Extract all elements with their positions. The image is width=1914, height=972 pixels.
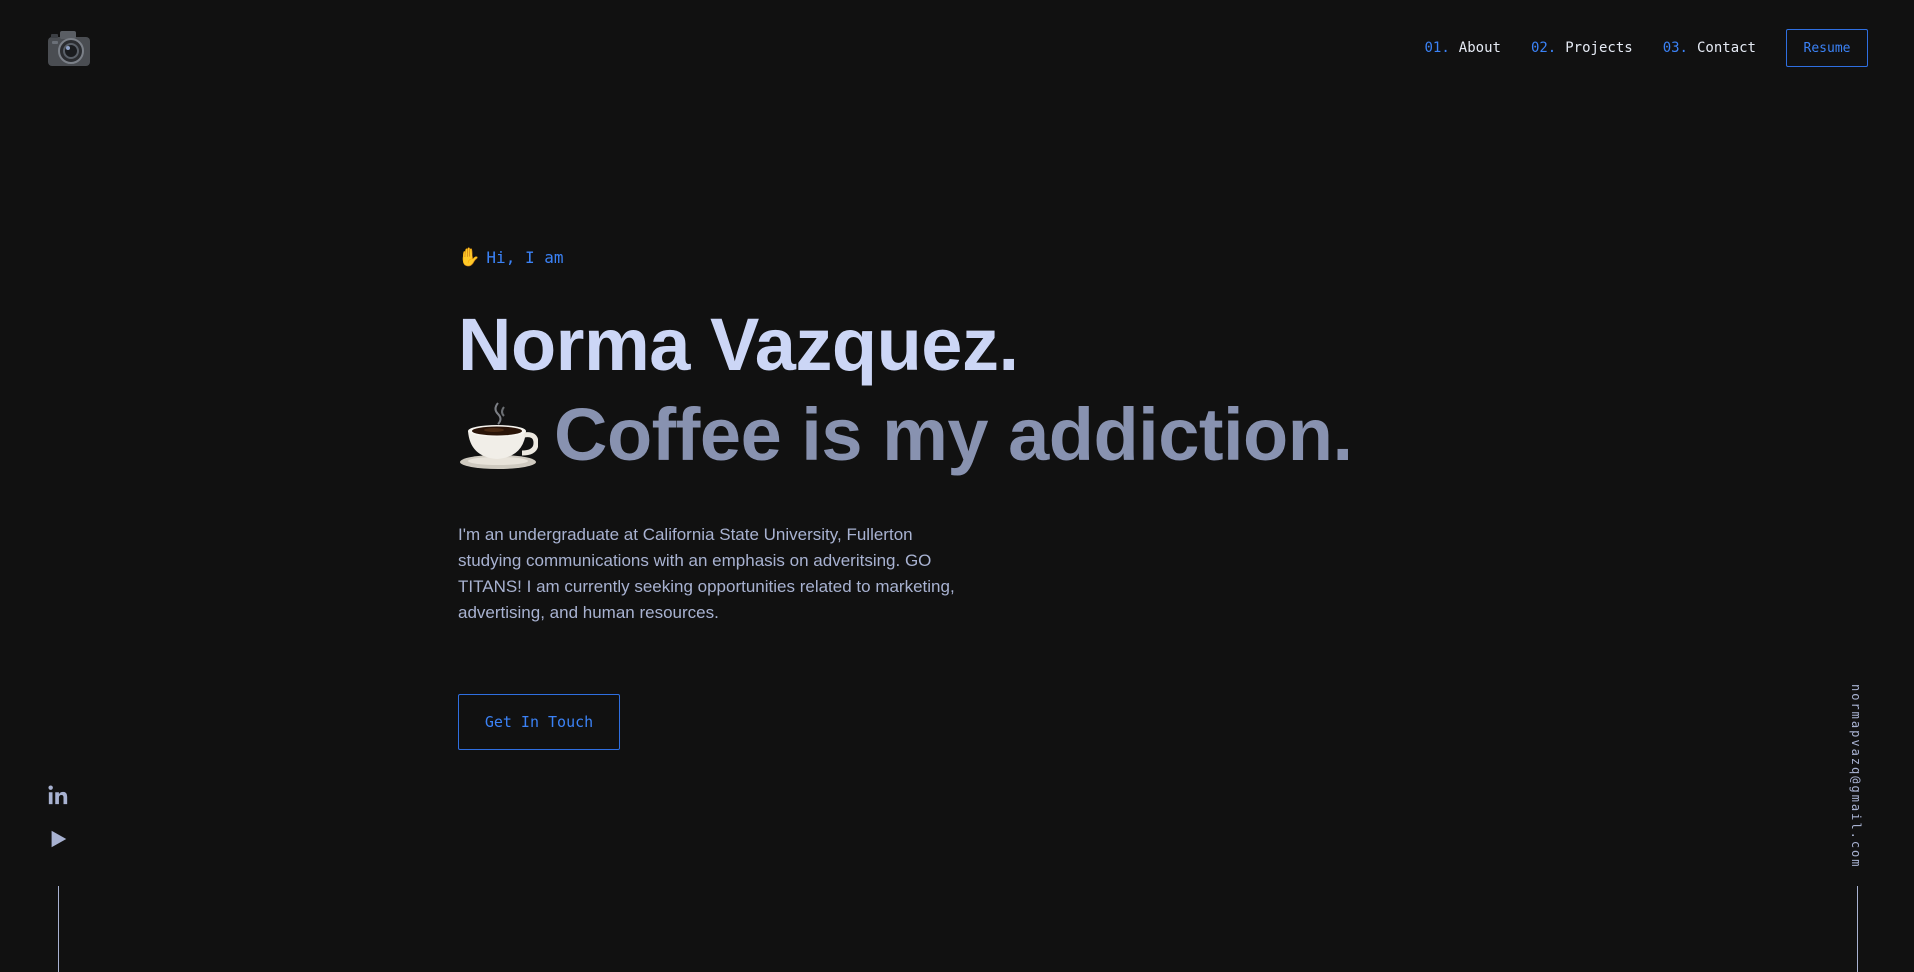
nav-contact[interactable]: 03. Contact (1663, 40, 1756, 56)
nav-contact-number: 03. (1662, 40, 1688, 56)
nav-about-number: 01. (1424, 40, 1450, 56)
get-in-touch-button[interactable]: Get In Touch (458, 694, 620, 750)
hero-tagline: Coffee is my addiction. (458, 398, 1353, 472)
coffee-cup-icon (460, 402, 538, 469)
nav-about-label: About (1458, 40, 1501, 56)
left-divider-line (58, 886, 59, 972)
tagline-text: Coffee is my addiction. (554, 393, 1353, 476)
camera-logo-icon[interactable] (46, 28, 92, 68)
nav-projects-number: 02. (1530, 40, 1557, 56)
nav-projects[interactable]: 02. Projects (1531, 40, 1633, 56)
nav-about[interactable]: 01. About (1425, 40, 1501, 56)
greeting-text: Hi, I am (486, 247, 564, 267)
resume-button[interactable]: Resume (1786, 29, 1868, 67)
social-links (46, 784, 70, 850)
hero-section: ✋ Hi, I am Norma Vazquez. Coffee is my a… (458, 244, 1353, 750)
hero-bio: I'm an undergraduate at California State… (458, 525, 955, 622)
nav-projects-label: Projects (1565, 40, 1633, 56)
hero-name: Norma Vazquez. (458, 303, 1019, 386)
play-icon[interactable] (47, 828, 69, 850)
email-sidebar: normapvazq@gmail.com (1844, 684, 1868, 869)
greeting: ✋ Hi, I am (458, 244, 1353, 270)
email-link[interactable]: normapvazq@gmail.com (1849, 684, 1863, 869)
waving-hand-icon: ✋ (458, 246, 481, 268)
main-nav: 01. About 02. Projects 03. Contact Resum… (1425, 29, 1868, 67)
nav-contact-label: Contact (1696, 40, 1756, 56)
linkedin-icon[interactable] (47, 784, 69, 806)
right-divider-line (1857, 886, 1858, 972)
